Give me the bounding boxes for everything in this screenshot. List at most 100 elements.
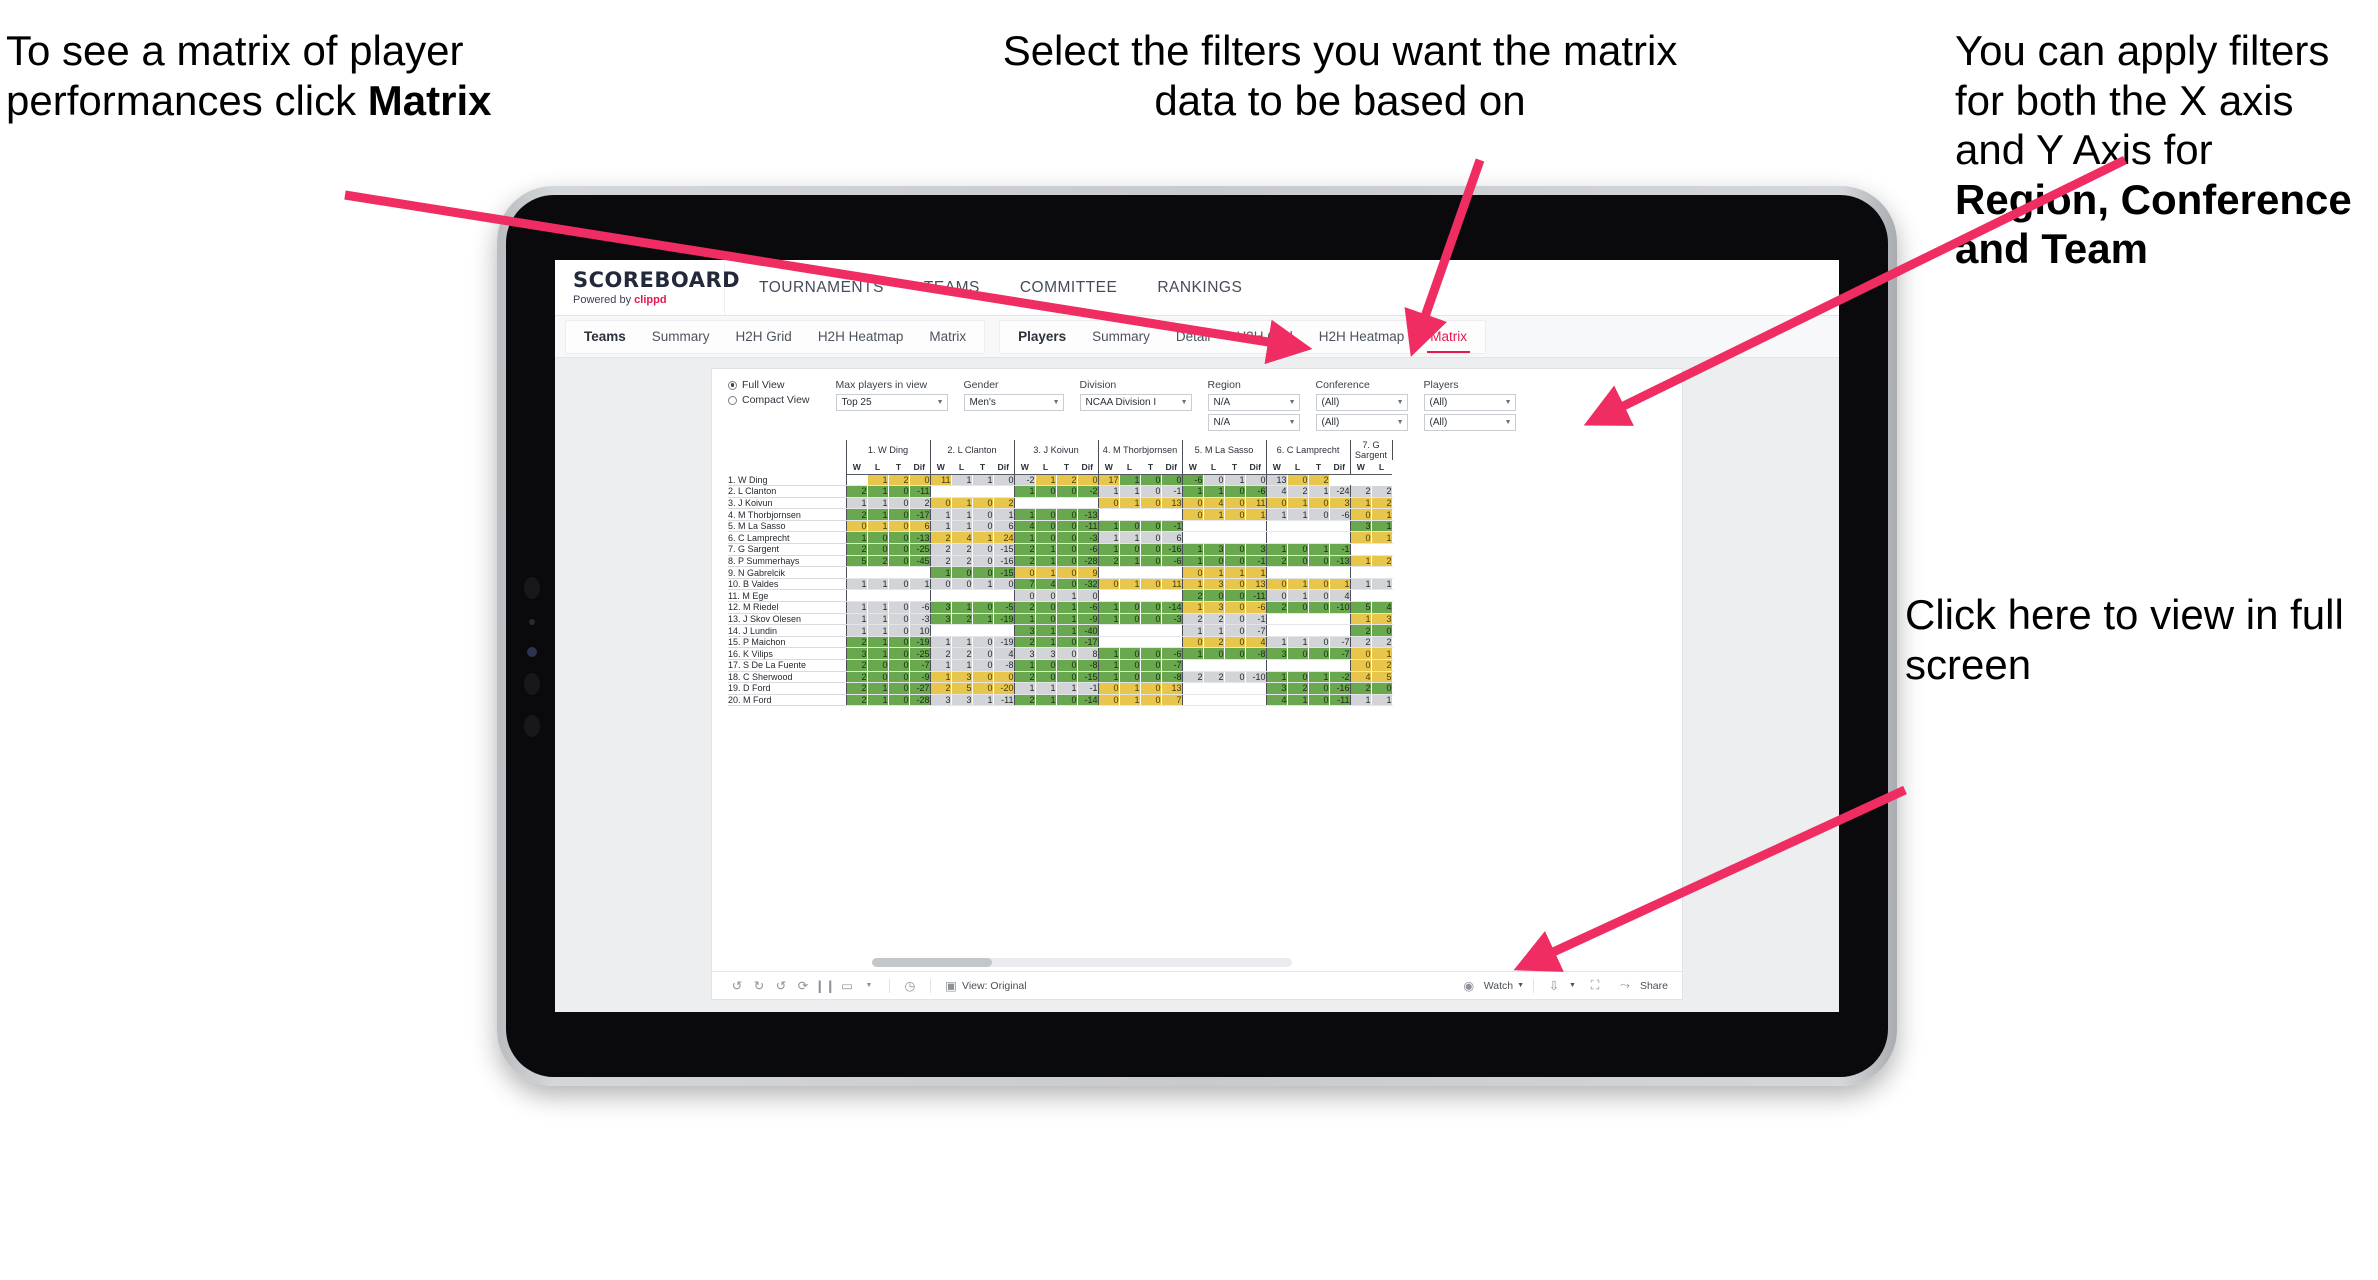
matrix-cell[interactable]: 0	[1307, 554, 1330, 568]
matrix-cell[interactable]: -8	[1244, 647, 1267, 660]
matrix-cell[interactable]	[1139, 635, 1162, 649]
matrix-cell[interactable]: 1	[1097, 612, 1120, 626]
matrix-cell[interactable]	[1139, 566, 1162, 579]
matrix-cell[interactable]: 0	[1055, 577, 1078, 591]
matrix-cell[interactable]: 1	[1034, 635, 1057, 649]
matrix-cell[interactable]: 2	[845, 693, 868, 707]
matrix-cell[interactable]: 0	[1139, 682, 1162, 695]
matrix-cell[interactable]: -3	[1160, 612, 1183, 626]
matrix-cell[interactable]: 0	[1223, 601, 1246, 614]
matrix-cell[interactable]: -3	[1076, 531, 1099, 545]
matrix-cell[interactable]: 2	[929, 543, 952, 556]
matrix-cell[interactable]	[845, 566, 868, 579]
matrix-cell[interactable]	[1181, 531, 1204, 545]
matrix-cell[interactable]: -45	[908, 554, 931, 568]
matrix-cell[interactable]: 2	[1370, 496, 1393, 510]
matrix-cell[interactable]	[950, 485, 973, 498]
matrix-cell[interactable]: -11	[1328, 693, 1351, 707]
matrix-cell[interactable]: 0	[1139, 554, 1162, 568]
filter-division-select[interactable]: NCAA Division I ▼	[1079, 394, 1192, 411]
matrix-cell[interactable]	[1181, 519, 1204, 533]
tab-players-detail[interactable]: Detail	[1176, 329, 1211, 344]
matrix-cell[interactable]: 1	[1097, 670, 1120, 684]
matrix-cell[interactable]: 0	[887, 485, 910, 498]
matrix-cell[interactable]: 1	[1097, 647, 1120, 660]
matrix-cell[interactable]: 1	[1118, 531, 1141, 545]
matrix-cell[interactable]: 0	[1034, 519, 1057, 533]
matrix-cell[interactable]: 8	[1076, 647, 1099, 660]
chevron-down-icon[interactable]: ▼	[858, 982, 880, 989]
matrix-cell[interactable]: -1	[1160, 519, 1183, 533]
matrix-cell[interactable]: 3	[1013, 647, 1036, 660]
matrix-cell[interactable]: 0	[1055, 693, 1078, 707]
matrix-cell[interactable]: 3	[1328, 496, 1351, 510]
matrix-cell[interactable]: 2	[950, 543, 973, 556]
matrix-cell[interactable]: 0	[1139, 577, 1162, 591]
radio-compact-view[interactable]: Compact View	[728, 394, 810, 406]
matrix-cell[interactable]: 1	[1118, 682, 1141, 695]
matrix-cell[interactable]: -5	[992, 601, 1015, 614]
matrix-cell[interactable]: 1	[1370, 577, 1393, 591]
matrix-cell[interactable]: 1	[950, 601, 973, 614]
matrix-cell[interactable]: 1	[866, 496, 889, 510]
matrix-cell[interactable]: 1	[971, 693, 994, 707]
matrix-cell[interactable]: 2	[1370, 554, 1393, 568]
matrix-cell[interactable]: 1	[1034, 566, 1057, 579]
matrix-cell[interactable]: 0	[971, 682, 994, 695]
matrix-cell[interactable]	[1265, 659, 1288, 672]
matrix-cell[interactable]: 4	[1034, 577, 1057, 591]
matrix-row[interactable]: 11. M Ege 0 0 1 0 2 0 0 -11 0 1 0 4	[728, 589, 1393, 603]
matrix-cell[interactable]: 11	[1160, 577, 1183, 591]
fullscreen-button[interactable]: ⛶	[1584, 978, 1606, 993]
matrix-cell[interactable]: 5	[1370, 670, 1393, 684]
matrix-cell[interactable]: -8	[1076, 659, 1099, 672]
matrix-cell[interactable]	[1202, 693, 1225, 707]
matrix-cell[interactable]	[1055, 496, 1078, 510]
matrix-cell[interactable]: 3	[929, 693, 952, 707]
matrix-cell[interactable]: 3	[929, 601, 952, 614]
matrix-cell[interactable]: -13	[908, 531, 931, 545]
matrix-cell[interactable]	[992, 485, 1015, 498]
matrix-row[interactable]: 19. D Ford 2 1 0 -27 2 5 0 -20 1 1 1 -1 0 1 0 13 3 2 0 -16 2 0	[728, 682, 1393, 695]
nav-item-teams[interactable]: TEAMS	[924, 279, 980, 297]
matrix-cell[interactable]: 9	[1076, 566, 1099, 579]
matrix-cell[interactable]: 0	[845, 519, 868, 533]
matrix-cell[interactable]: 0	[1370, 624, 1393, 637]
matrix-cell[interactable]: 0	[971, 659, 994, 672]
matrix-cell[interactable]: 0	[1097, 577, 1120, 591]
matrix-cell[interactable]: 4	[1349, 670, 1372, 684]
matrix-row[interactable]: 12. M Riedel 1 1 0 -6 3 1 0 -5 2 0 1 -6 1 0 0 -14 1 3 0 -6 2 0…	[728, 601, 1393, 614]
matrix-cell[interactable]: 0	[1055, 635, 1078, 649]
matrix-cell[interactable]: 2	[1181, 589, 1204, 603]
matrix-cell[interactable]: 3	[1202, 601, 1225, 614]
matrix-cell[interactable]	[845, 473, 868, 487]
matrix-cell[interactable]: -2	[1328, 670, 1351, 684]
matrix-cell[interactable]: 2	[908, 496, 931, 510]
matrix-cell[interactable]	[1160, 508, 1183, 521]
matrix-cell[interactable]: 0	[1055, 531, 1078, 545]
filter-conference-select-y[interactable]: (All) ▼	[1315, 414, 1408, 431]
matrix-cell[interactable]	[1118, 589, 1141, 603]
matrix-cell[interactable]: 0	[1055, 485, 1078, 498]
matrix-cell[interactable]: -8	[992, 659, 1015, 672]
matrix-cell[interactable]: 2	[929, 554, 952, 568]
matrix-cell[interactable]	[1181, 659, 1204, 672]
matrix-cell[interactable]: 0	[887, 508, 910, 521]
matrix-cell[interactable]: 1	[971, 473, 994, 487]
matrix-cell[interactable]: 0	[971, 496, 994, 510]
matrix-cell[interactable]: 0	[1139, 659, 1162, 672]
matrix-cell[interactable]	[1349, 566, 1372, 579]
matrix-cell[interactable]: 0	[1265, 577, 1288, 591]
matrix-cell[interactable]: 0	[1055, 508, 1078, 521]
matrix-cell[interactable]: 2	[1370, 659, 1393, 672]
tab-teams-h2h-grid[interactable]: H2H Grid	[736, 329, 792, 344]
matrix-cell[interactable]: 0	[1307, 693, 1330, 707]
matrix-cell[interactable]: -6	[1076, 543, 1099, 556]
matrix-cell[interactable]: 2	[845, 485, 868, 498]
matrix-cell[interactable]: 0	[1286, 647, 1309, 660]
matrix-cell[interactable]: -7	[1328, 635, 1351, 649]
tab-players-h2h-grid[interactable]: H2H Grid	[1236, 329, 1292, 344]
matrix-cell[interactable]: -20	[992, 682, 1015, 695]
matrix-cell[interactable]: 2	[1370, 485, 1393, 498]
matrix-cell[interactable]: 1	[1286, 693, 1309, 707]
